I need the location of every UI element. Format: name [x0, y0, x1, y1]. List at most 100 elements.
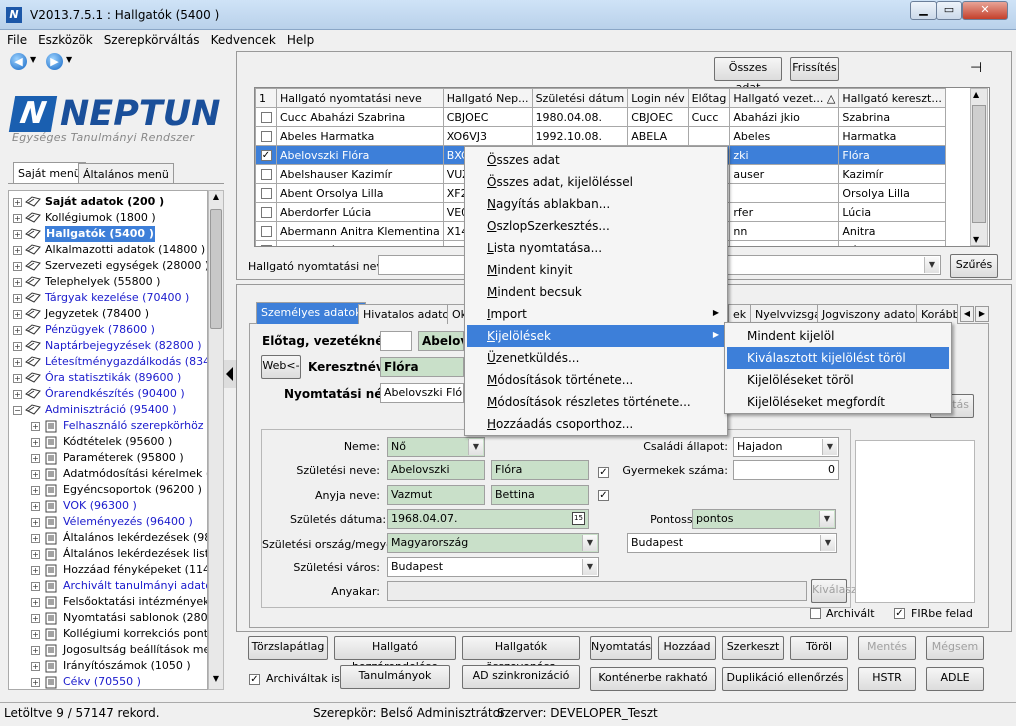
expand-icon[interactable]: + [31, 582, 40, 591]
maximize-button[interactable]: ▭ [936, 1, 962, 20]
context-menu-item[interactable]: Hozzáadás csoporthoz... [467, 413, 725, 435]
tree-scrollbar[interactable]: ▲ ▼ [208, 190, 224, 690]
birthname-checkbox[interactable]: ✓ [598, 465, 609, 478]
select-button[interactable]: Kiválaszt [811, 579, 861, 603]
expand-icon[interactable]: + [13, 246, 22, 255]
birth-surname-input[interactable]: Abelovszki [387, 460, 485, 480]
studies-button[interactable]: Tanulmányok [340, 665, 450, 689]
expand-icon[interactable]: + [13, 278, 22, 287]
expand-icon[interactable]: + [31, 646, 40, 655]
expand-icon[interactable]: + [31, 486, 40, 495]
context-menu-item[interactable]: Mindent becsuk [467, 281, 725, 303]
archived-too-checkbox[interactable]: ✓ [249, 672, 260, 685]
filter-button[interactable]: Szűrés [950, 254, 998, 278]
menu-help[interactable]: Help [280, 31, 318, 47]
expand-icon[interactable]: + [31, 678, 40, 687]
forward-dropdown-icon[interactable]: ▼ [66, 55, 72, 64]
column-header[interactable]: Login név [627, 88, 689, 108]
cancel-button[interactable]: Mégsem [926, 636, 984, 660]
birth-country-select[interactable]: Magyarország ▼ [387, 533, 599, 553]
marital-select[interactable]: Hajadon ▼ [733, 437, 839, 457]
expand-icon[interactable]: + [13, 326, 22, 335]
submenu-item[interactable]: Kiválasztott kijelölést töröl [727, 347, 949, 369]
chevron-down-icon[interactable]: ▼ [819, 511, 834, 527]
collapse-icon[interactable]: − [13, 406, 22, 415]
context-menu-item[interactable]: Mindent kinyit [467, 259, 725, 281]
pin-icon[interactable]: ⊣ [970, 60, 982, 76]
close-button[interactable]: ✕ [962, 1, 1008, 20]
tab-personal-data[interactable]: Személyes adatok [256, 302, 367, 324]
column-header[interactable]: Hallgató vezet... △ [729, 88, 840, 108]
row-checkbox[interactable] [260, 207, 272, 218]
expand-icon[interactable]: + [13, 342, 22, 351]
chevron-down-icon[interactable]: ▼ [582, 559, 597, 575]
context-menu-item[interactable]: Módosítások története... [467, 369, 725, 391]
expand-icon[interactable]: + [13, 374, 22, 383]
print-button[interactable]: Nyomtatás [590, 636, 652, 660]
back-arrow-icon[interactable]: ◀ [10, 53, 27, 70]
column-header[interactable]: Hallgató nyomtatási neve [276, 88, 444, 108]
row-checkbox[interactable] [260, 226, 272, 237]
printname-input[interactable]: Abelovszki Flóra [380, 383, 464, 403]
submenu-item[interactable]: Kijelöléseket megfordít [727, 391, 949, 413]
average-button[interactable]: Törzslapátlag [248, 636, 328, 660]
row-checkbox[interactable] [260, 131, 272, 142]
gender-select[interactable]: Nő ▼ [387, 437, 485, 457]
mother-firstname-input[interactable]: Bettina [491, 485, 589, 505]
column-header[interactable]: Előtag [687, 88, 731, 108]
expand-icon[interactable]: + [31, 566, 40, 575]
tab-scroll-right-icon[interactable]: ▶ [975, 306, 989, 322]
grid-scrollbar[interactable]: ▲ ▼ [970, 88, 988, 246]
expand-icon[interactable]: + [13, 198, 22, 207]
expand-icon[interactable]: + [31, 662, 40, 671]
mother-surname-input[interactable]: Vazmut [387, 485, 485, 505]
menu-tools[interactable]: Eszközök [31, 31, 97, 47]
container-button[interactable]: Konténerbe rakható [590, 667, 716, 691]
column-header[interactable]: Születési dátum [531, 88, 629, 108]
tab-previous[interactable]: Korábbi [916, 304, 958, 324]
row-checkbox[interactable] [260, 188, 272, 199]
expand-icon[interactable]: + [31, 534, 40, 543]
context-menu-item[interactable]: Üzenetküldés... [467, 347, 725, 369]
tab-ok[interactable]: Ok [447, 304, 467, 324]
edit-button[interactable]: Szerkeszt [722, 636, 784, 660]
expand-icon[interactable]: + [31, 550, 40, 559]
surname-input[interactable]: Abelovs [418, 331, 464, 351]
children-input[interactable]: 0 [733, 460, 839, 480]
all-data-button[interactable]: Összes adat [714, 57, 782, 94]
birth-firstname-input[interactable]: Flóra [491, 460, 589, 480]
tab-own-menu[interactable]: Saját menü [13, 162, 86, 184]
column-header[interactable]: Hallgató kereszt... [838, 88, 946, 108]
expand-icon[interactable]: + [31, 422, 40, 431]
chevron-down-icon[interactable]: ▼ [820, 535, 835, 551]
delete-button[interactable]: Töröl [790, 636, 848, 660]
column-header[interactable]: 1 [255, 88, 277, 108]
hstr-button[interactable]: HSTR [858, 667, 916, 691]
assign-student-button[interactable]: Hallgató hozzárendelése [334, 636, 456, 673]
calendar-icon[interactable]: 15 [572, 512, 585, 525]
add-button[interactable]: Hozzáad [658, 636, 716, 660]
firstname-input[interactable]: Flóra [380, 357, 464, 377]
expand-icon[interactable]: + [13, 358, 22, 367]
tab-language-exam[interactable]: Nyelvvizsga [750, 304, 826, 324]
tab-legal-status[interactable]: Jogviszony adatok [817, 304, 927, 324]
context-menu-item[interactable]: Import ▶ [467, 303, 725, 325]
menu-favorites[interactable]: Kedvencek [204, 31, 280, 47]
row-checkbox[interactable]: ✓ [260, 150, 272, 161]
birth-city-select[interactable]: Budapest ▼ [387, 557, 599, 577]
forward-arrow-icon[interactable]: ▶ [46, 53, 63, 70]
birthdate-input[interactable]: 1968.04.07. 15 [387, 509, 589, 529]
expand-icon[interactable]: + [31, 518, 40, 527]
chevron-down-icon[interactable]: ▼ [924, 257, 939, 273]
save-button[interactable]: Mentés [858, 636, 916, 660]
context-menu-item[interactable]: Összes adat [467, 149, 725, 171]
ad-sync-button[interactable]: AD szinkronizáció [462, 665, 580, 689]
expand-icon[interactable]: + [31, 502, 40, 511]
table-row[interactable]: Abeles Harmatka XO6VJ3 1992.10.08. ABELA Abe… [255, 126, 946, 146]
tab-ek[interactable]: ek [728, 304, 752, 324]
chevron-down-icon[interactable]: ▼ [822, 439, 837, 455]
expand-icon[interactable]: + [13, 230, 22, 239]
mother-name-checkbox[interactable]: ✓ [598, 488, 609, 501]
minimize-button[interactable]: ▁ [910, 1, 937, 20]
chevron-down-icon[interactable]: ▼ [468, 439, 483, 455]
